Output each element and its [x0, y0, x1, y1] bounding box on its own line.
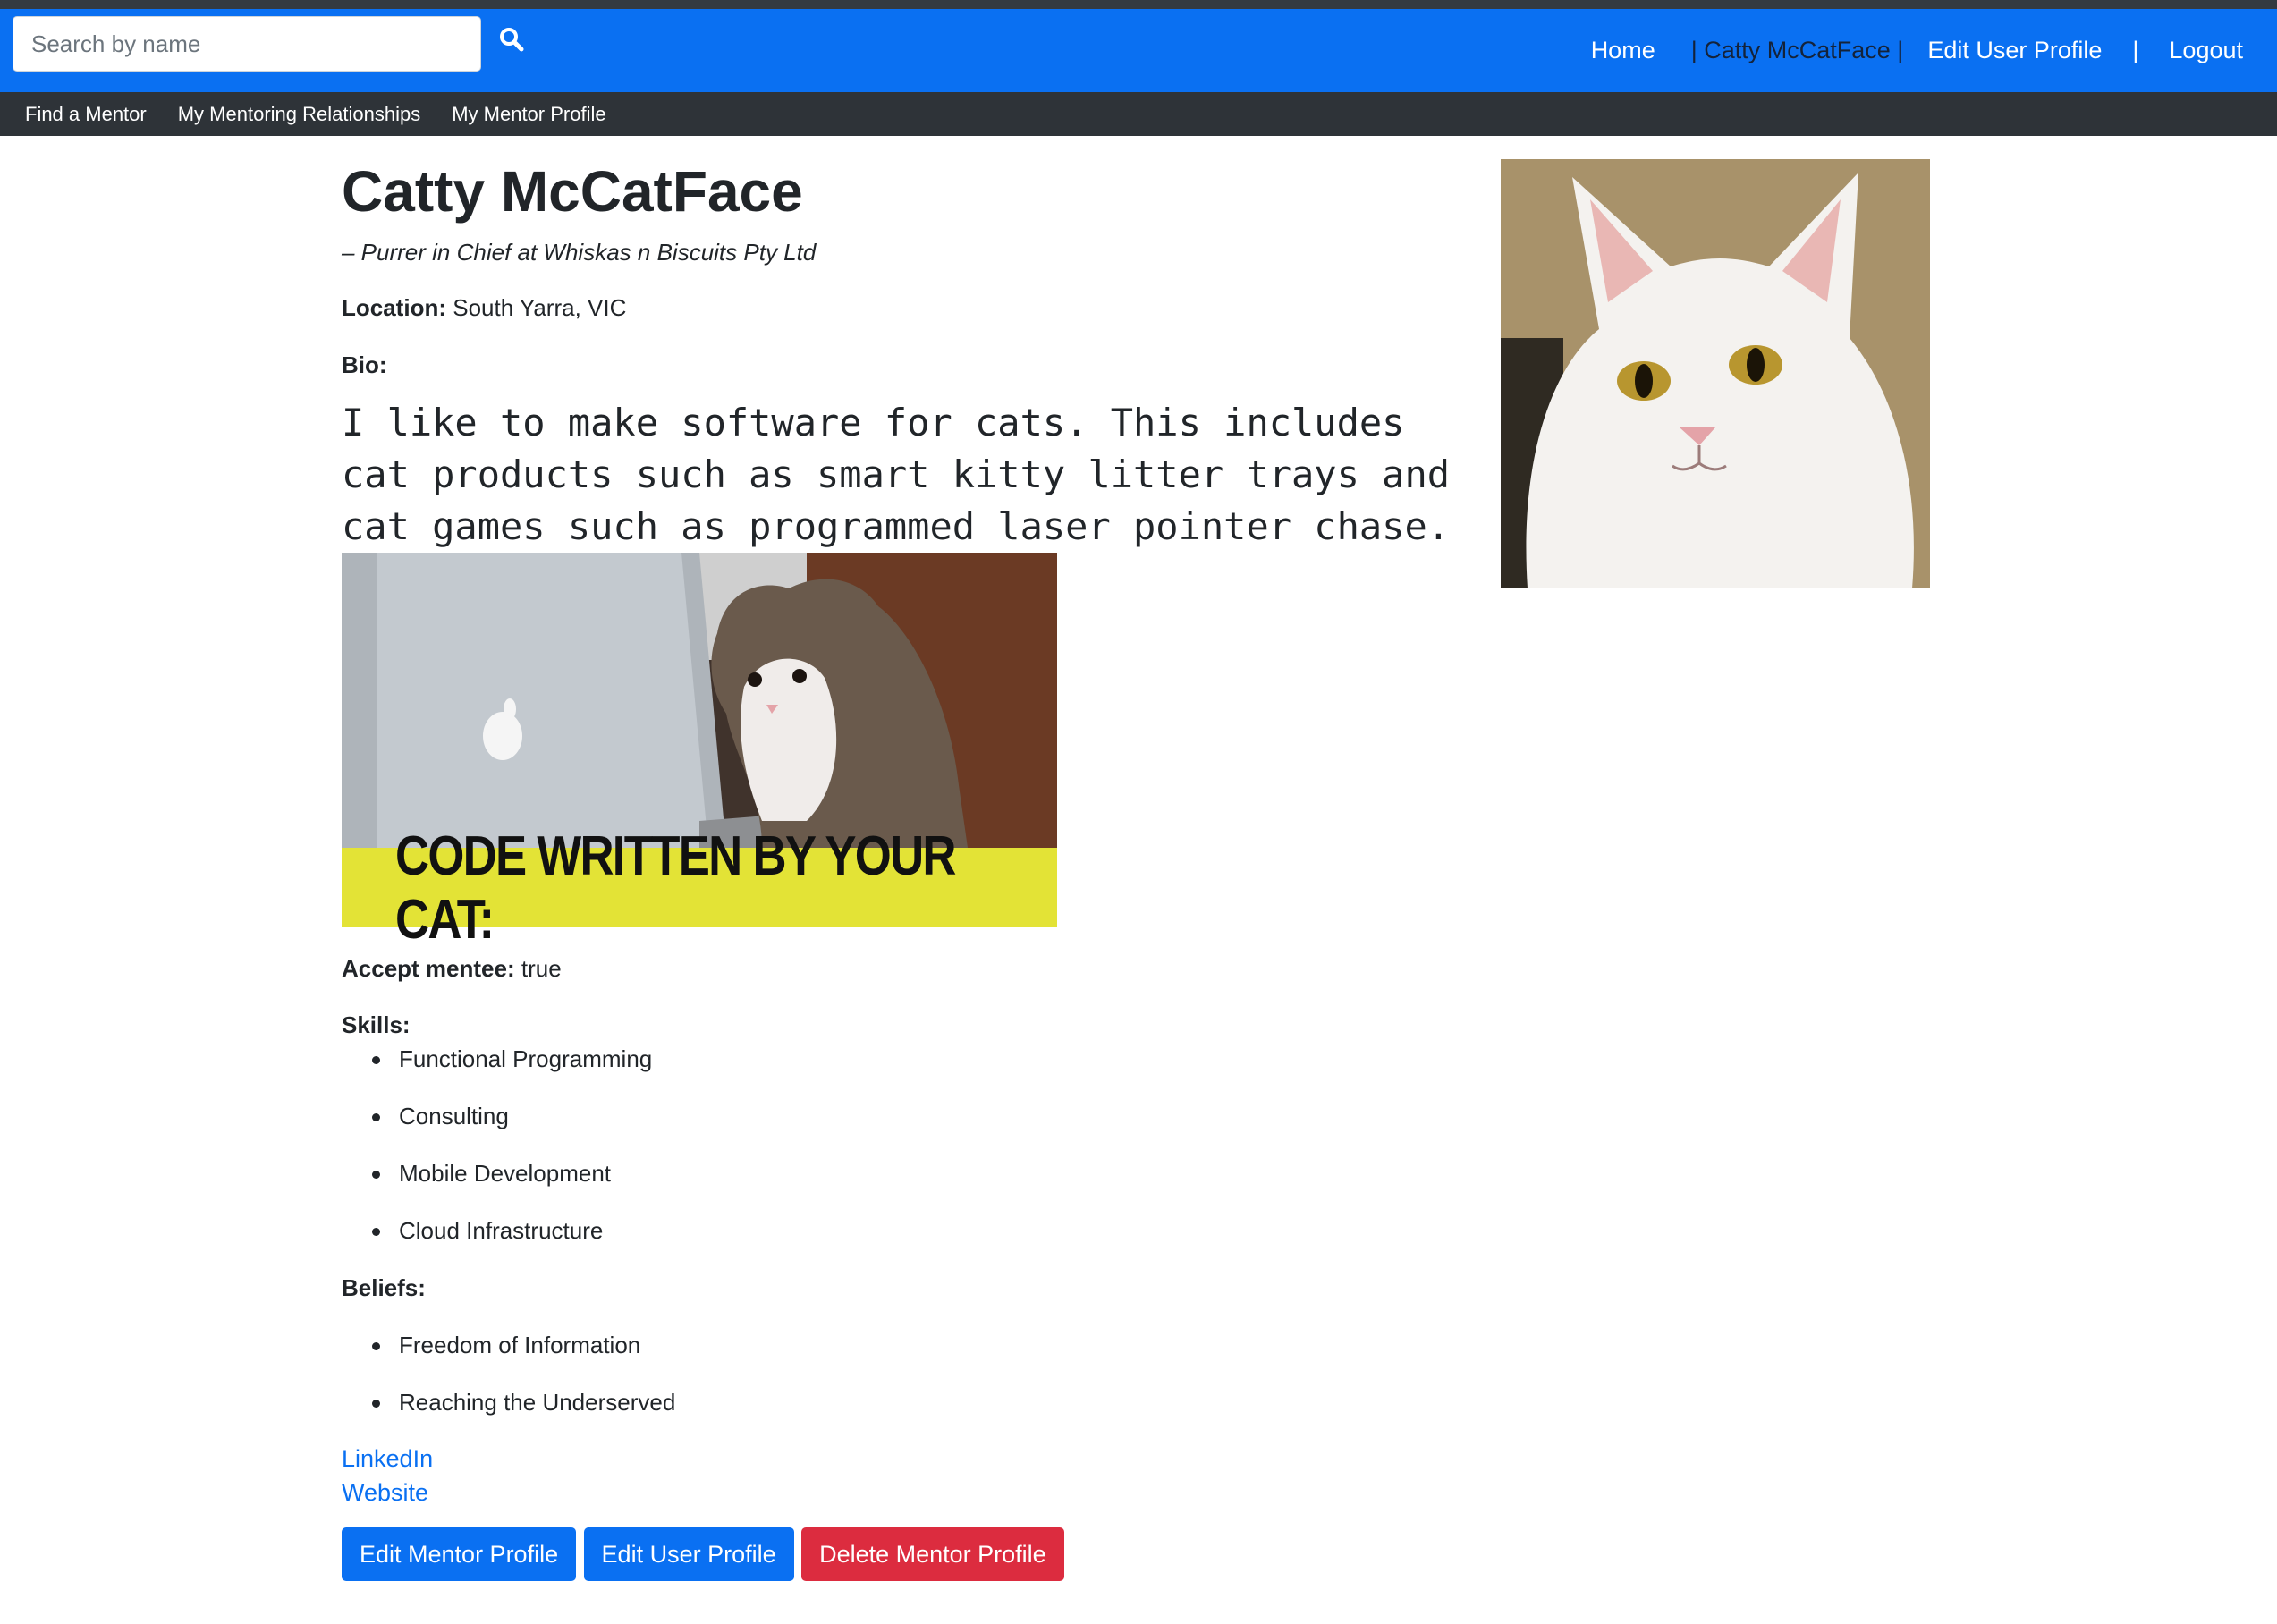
profile-links: LinkedIn Website: [342, 1442, 1486, 1510]
edit-user-profile-button[interactable]: Edit User Profile: [583, 1527, 794, 1581]
skill-item: Cloud Infrastructure: [372, 1216, 1486, 1245]
subnav-my-mentor-profile[interactable]: My Mentor Profile: [452, 103, 605, 126]
beliefs-label: Beliefs:: [342, 1274, 426, 1301]
bio-image: CODE WRITTEN BY YOUR CAT:: [342, 553, 1057, 951]
sub-navbar: Find a Mentor My Mentoring Relationships…: [0, 92, 2277, 136]
beliefs-list: Freedom of Information Reaching the Unde…: [372, 1331, 1486, 1417]
accept-mentee-row: Accept mentee: true: [342, 954, 1486, 983]
subnav-mentoring-relationships[interactable]: My Mentoring Relationships: [178, 103, 420, 126]
profile-content: Catty McCatFace – Purrer in Chief at Whi…: [342, 154, 1486, 1581]
search-button[interactable]: [496, 25, 527, 55]
nav-separator: |: [2132, 37, 2139, 63]
search-icon: [500, 27, 524, 51]
nav-current-user: | Catty McCatFace |: [1690, 37, 1904, 63]
main-navbar: Home | Catty McCatFace | Edit User Profi…: [0, 9, 2277, 92]
skills-label: Skills:: [342, 1011, 411, 1038]
action-buttons: Edit Mentor Profile Edit User Profile De…: [342, 1527, 1486, 1581]
location-value: South Yarra, VIC: [453, 294, 627, 321]
skills-list: Functional Programming Consulting Mobile…: [372, 1045, 1486, 1245]
skill-item: Functional Programming: [372, 1045, 1486, 1073]
profile-tagline: – Purrer in Chief at Whiskas n Biscuits …: [342, 239, 817, 266]
search-input[interactable]: [13, 16, 481, 72]
cat-laptop-picture: [342, 553, 1057, 848]
nav-logout[interactable]: Logout: [2169, 37, 2243, 64]
delete-mentor-profile-button[interactable]: Delete Mentor Profile: [801, 1527, 1064, 1581]
profile-name: Catty McCatFace: [342, 159, 803, 224]
edit-mentor-profile-button[interactable]: Edit Mentor Profile: [342, 1527, 577, 1581]
profile-avatar: [1501, 159, 1930, 588]
bio-label: Bio:: [342, 351, 387, 378]
skill-item: Consulting: [372, 1102, 1486, 1130]
subnav-find-mentor[interactable]: Find a Mentor: [25, 103, 147, 126]
nav-links: Home | Catty McCatFace | Edit User Profi…: [1591, 9, 2277, 92]
belief-item: Freedom of Information: [372, 1331, 1486, 1359]
image-caption: CODE WRITTEN BY YOUR CAT:: [395, 825, 956, 951]
website-link[interactable]: Website: [342, 1476, 1486, 1510]
bio-text: I like to make software for cats. This i…: [342, 401, 1451, 548]
top-strip: [0, 0, 2277, 9]
caption-banner: CODE WRITTEN BY YOUR CAT:: [342, 825, 1057, 951]
location-label: Location:: [342, 294, 446, 321]
belief-item: Reaching the Underserved: [372, 1388, 1486, 1417]
location-row: Location: South Yarra, VIC: [342, 293, 1486, 322]
nav-edit-user-profile[interactable]: Edit User Profile: [1927, 37, 2102, 64]
accept-mentee-value: true: [521, 955, 562, 982]
linkedin-link[interactable]: LinkedIn: [342, 1442, 1486, 1476]
nav-home[interactable]: Home: [1591, 37, 1655, 64]
accept-mentee-label: Accept mentee:: [342, 955, 515, 982]
skill-item: Mobile Development: [372, 1159, 1486, 1188]
